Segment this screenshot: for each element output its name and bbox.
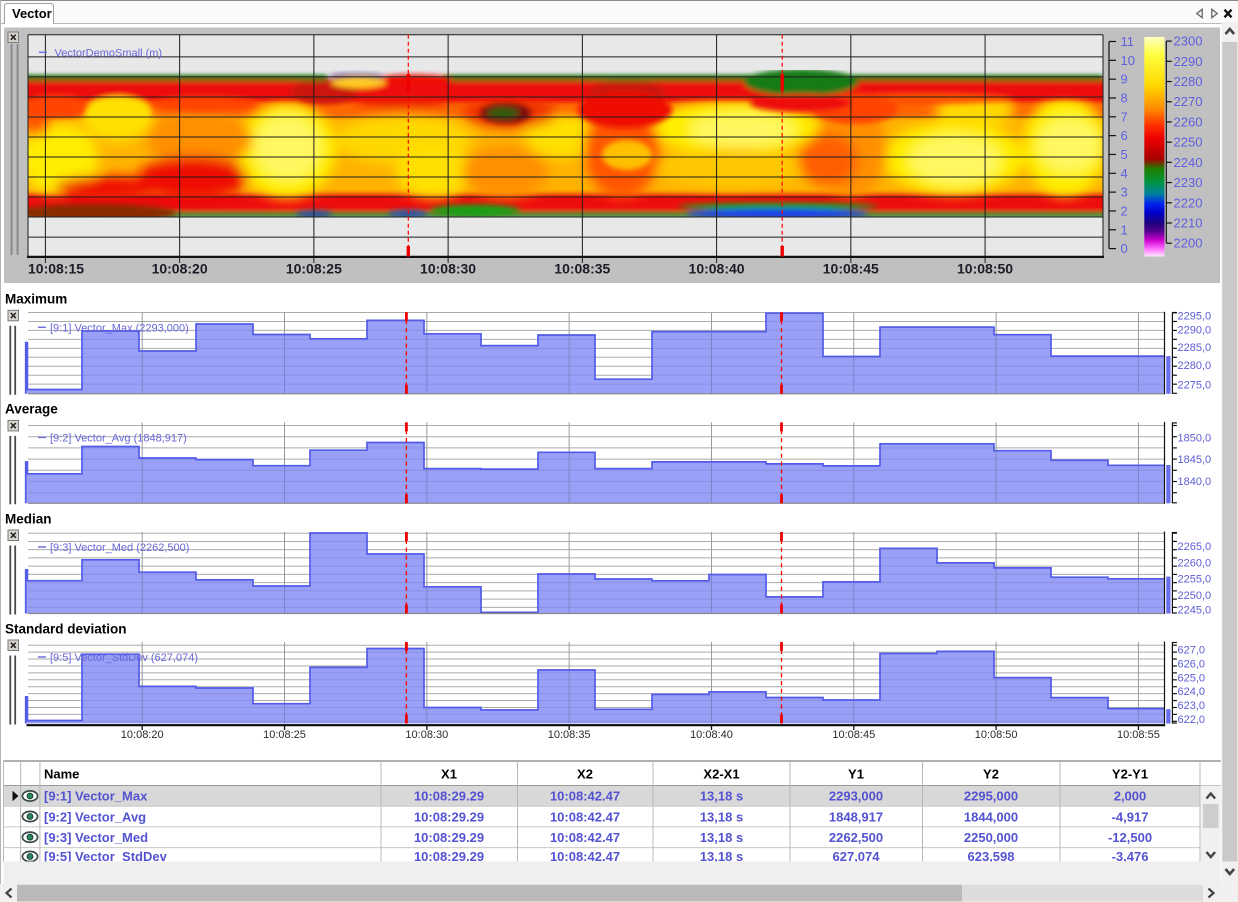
svg-text:X1: X1 — [441, 767, 457, 782]
svg-text:X2: X2 — [577, 767, 593, 782]
svg-text:2265,0: 2265,0 — [1178, 541, 1212, 553]
svg-text:13,18 s: 13,18 s — [700, 830, 743, 845]
svg-text:Vector: Vector — [12, 6, 52, 21]
svg-text:[9:2] Vector_Avg (1848,917): [9:2] Vector_Avg (1848,917) — [50, 432, 187, 444]
svg-text:Average: Average — [5, 402, 58, 417]
svg-text:2293,000: 2293,000 — [829, 789, 883, 804]
svg-text:6: 6 — [1121, 128, 1128, 143]
svg-text:626,0: 626,0 — [1178, 659, 1206, 671]
svg-text:2200: 2200 — [1174, 236, 1203, 251]
svg-text:2295,0: 2295,0 — [1178, 311, 1212, 323]
svg-text:-12,500: -12,500 — [1108, 830, 1152, 845]
svg-text:10:08:55: 10:08:55 — [1117, 729, 1160, 741]
svg-text:4: 4 — [1121, 166, 1128, 181]
svg-text:1845,0: 1845,0 — [1178, 454, 1212, 466]
svg-text:10:08:50: 10:08:50 — [957, 261, 1013, 277]
svg-text:2250,000: 2250,000 — [964, 830, 1018, 845]
svg-text:10:08:42.47: 10:08:42.47 — [550, 789, 620, 804]
svg-text:[9:3] Vector_Med: [9:3] Vector_Med — [44, 830, 148, 845]
svg-text:9: 9 — [1121, 72, 1128, 87]
svg-text:1850,0: 1850,0 — [1178, 432, 1212, 444]
svg-text:Median: Median — [5, 512, 52, 527]
svg-text:627,0: 627,0 — [1178, 645, 1206, 657]
svg-text:[9:1] Vector_Max: [9:1] Vector_Max — [44, 789, 148, 804]
svg-text:2: 2 — [1121, 203, 1128, 218]
svg-text:2260,0: 2260,0 — [1178, 557, 1212, 569]
svg-text:VectorDemoSmall (m): VectorDemoSmall (m) — [55, 48, 163, 60]
svg-text:10:08:50: 10:08:50 — [975, 729, 1018, 741]
svg-text:2262,500: 2262,500 — [829, 830, 883, 845]
svg-text:10:08:42.47: 10:08:42.47 — [550, 809, 620, 824]
svg-text:1: 1 — [1121, 222, 1128, 237]
svg-text:625,0: 625,0 — [1178, 672, 1206, 684]
svg-text:2290,0: 2290,0 — [1178, 325, 1212, 337]
svg-text:2260: 2260 — [1174, 114, 1203, 129]
svg-text:2295,000: 2295,000 — [964, 789, 1018, 804]
svg-text:2280,0: 2280,0 — [1178, 360, 1212, 372]
svg-text:10:08:40: 10:08:40 — [689, 261, 745, 277]
svg-text:10:08:35: 10:08:35 — [548, 729, 591, 741]
svg-text:2240: 2240 — [1174, 155, 1203, 170]
svg-text:1840,0: 1840,0 — [1178, 476, 1212, 488]
svg-text:8: 8 — [1121, 90, 1128, 105]
svg-text:[9:3] Vector_Med (2262,500): [9:3] Vector_Med (2262,500) — [50, 542, 189, 554]
svg-text:2270: 2270 — [1174, 94, 1203, 109]
svg-text:13,18 s: 13,18 s — [700, 789, 743, 804]
svg-text:10:08:40: 10:08:40 — [690, 729, 733, 741]
svg-text:0: 0 — [1121, 241, 1128, 256]
svg-text:[9:5] Vector_StdDev (627,074): [9:5] Vector_StdDev (627,074) — [50, 652, 198, 664]
svg-text:Name: Name — [44, 767, 79, 782]
svg-text:3: 3 — [1121, 185, 1128, 200]
svg-text:622,0: 622,0 — [1178, 714, 1206, 726]
svg-text:Y2-Y1: Y2-Y1 — [1112, 767, 1148, 782]
svg-text:10:08:45: 10:08:45 — [823, 261, 879, 277]
svg-text:Standard deviation: Standard deviation — [5, 622, 127, 637]
svg-text:2210: 2210 — [1174, 215, 1203, 230]
svg-text:2290: 2290 — [1174, 54, 1203, 69]
svg-text:2220: 2220 — [1174, 195, 1203, 210]
svg-text:10:08:30: 10:08:30 — [420, 261, 476, 277]
svg-text:10:08:25: 10:08:25 — [286, 261, 342, 277]
svg-text:10:08:42.47: 10:08:42.47 — [550, 830, 620, 845]
svg-text:10:08:29.29: 10:08:29.29 — [414, 809, 484, 824]
svg-text:-4,917: -4,917 — [1112, 809, 1149, 824]
svg-text:10:08:20: 10:08:20 — [121, 729, 164, 741]
svg-text:X2-X1: X2-X1 — [703, 767, 739, 782]
svg-text:2255,0: 2255,0 — [1178, 574, 1212, 586]
svg-text:[9:1] Vector_Max (2293,000): [9:1] Vector_Max (2293,000) — [50, 322, 189, 334]
svg-text:2275,0: 2275,0 — [1178, 380, 1212, 392]
svg-text:10: 10 — [1121, 53, 1135, 68]
svg-text:5: 5 — [1121, 147, 1128, 162]
svg-text:13,18 s: 13,18 s — [700, 809, 743, 824]
svg-text:10:08:29.29: 10:08:29.29 — [414, 830, 484, 845]
svg-text:10:08:45: 10:08:45 — [832, 729, 875, 741]
svg-text:10:08:15: 10:08:15 — [28, 261, 84, 277]
svg-text:2,000: 2,000 — [1114, 789, 1147, 804]
svg-text:10:08:29.29: 10:08:29.29 — [414, 789, 484, 804]
svg-text:2285,0: 2285,0 — [1178, 342, 1212, 354]
svg-text:2300: 2300 — [1174, 34, 1203, 49]
svg-text:10:08:20: 10:08:20 — [152, 261, 208, 277]
svg-text:2245,0: 2245,0 — [1178, 605, 1212, 617]
svg-text:7: 7 — [1121, 109, 1128, 124]
svg-text:10:08:25: 10:08:25 — [263, 729, 306, 741]
svg-text:10:08:35: 10:08:35 — [554, 261, 610, 277]
svg-text:Y1: Y1 — [848, 767, 864, 782]
svg-text:2230: 2230 — [1174, 175, 1203, 190]
svg-text:Y2: Y2 — [983, 767, 999, 782]
svg-text:[9:2] Vector_Avg: [9:2] Vector_Avg — [44, 809, 146, 824]
svg-text:2280: 2280 — [1174, 74, 1203, 89]
svg-text:Maximum: Maximum — [5, 292, 67, 307]
svg-text:10:08:30: 10:08:30 — [405, 729, 448, 741]
svg-text:1848,917: 1848,917 — [829, 809, 883, 824]
svg-text:1844,000: 1844,000 — [964, 809, 1018, 824]
svg-text:2250: 2250 — [1174, 135, 1203, 150]
svg-text:624,0: 624,0 — [1178, 686, 1206, 698]
svg-text:11: 11 — [1121, 34, 1135, 49]
svg-text:2250,0: 2250,0 — [1178, 590, 1212, 602]
svg-text:623,0: 623,0 — [1178, 700, 1206, 712]
